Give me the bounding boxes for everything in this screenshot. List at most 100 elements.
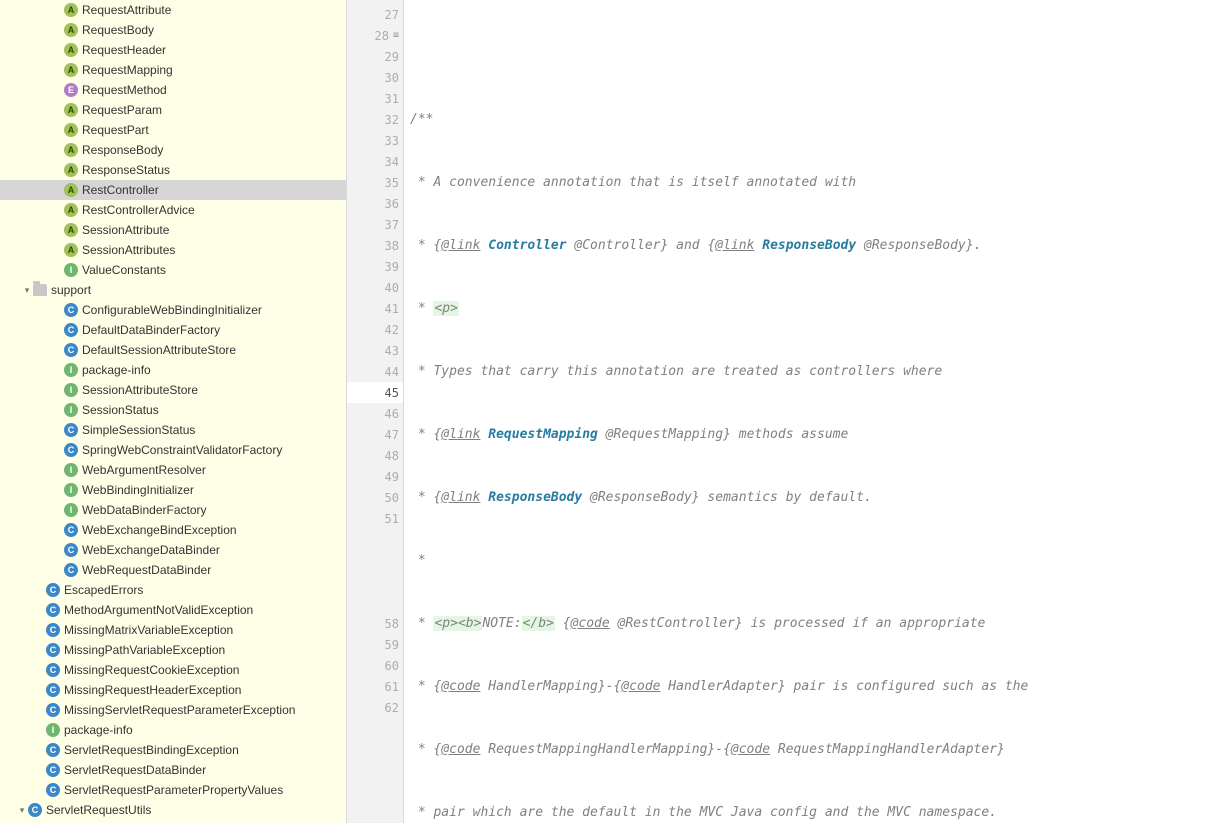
- tree-label: WebBindingInitializer: [82, 483, 194, 497]
- tree-label: RequestBody: [82, 23, 154, 37]
- tree-label: SessionAttributes: [82, 243, 175, 257]
- tree-item-sessionstatus[interactable]: ISessionStatus: [0, 400, 346, 420]
- tree-item-missingrequestheaderexception[interactable]: CMissingRequestHeaderException: [0, 680, 346, 700]
- tree-item-restcontrolleradvice[interactable]: ARestControllerAdvice: [0, 200, 346, 220]
- kind-badge-c: C: [46, 663, 60, 677]
- tree-label: MissingRequestCookieException: [64, 663, 239, 677]
- tree-item-restcontroller[interactable]: ARestController: [0, 180, 346, 200]
- kind-badge-a: A: [64, 103, 78, 117]
- gutter-line: 48: [347, 445, 403, 466]
- tree-item-servletrequestutils[interactable]: ▾C ServletRequestUtils: [0, 800, 346, 820]
- tree-item-webexchangebindexception[interactable]: CWebExchangeBindException: [0, 520, 346, 540]
- kind-badge-c: C: [64, 323, 78, 337]
- kind-badge-e: E: [64, 83, 78, 97]
- tree-item-responsebody[interactable]: AResponseBody: [0, 140, 346, 160]
- tree-item-methodargumentnotvalidexception[interactable]: C MethodArgumentNotValidException: [0, 600, 346, 620]
- tree-item-package-info[interactable]: Ipackage-info: [0, 720, 346, 740]
- tree-item-webbindinginitializer[interactable]: IWebBindingInitializer: [0, 480, 346, 500]
- tree-item-servletrequestdatabinder[interactable]: CServletRequestDataBinder: [0, 760, 346, 780]
- tree-item-servletrequestbindingexception[interactable]: CServletRequestBindingException: [0, 740, 346, 760]
- tree-label: SessionAttributeStore: [82, 383, 198, 397]
- gutter-line: 43: [347, 340, 403, 361]
- gutter-line: 46: [347, 403, 403, 424]
- tree-item-responsestatus[interactable]: AResponseStatus: [0, 160, 346, 180]
- tree-item-requestparam[interactable]: ARequestParam: [0, 100, 346, 120]
- tree-item-package-info[interactable]: Ipackage-info: [0, 360, 346, 380]
- tree-label: package-info: [64, 723, 133, 737]
- kind-badge-a: A: [64, 223, 78, 237]
- kind-badge-i: I: [64, 263, 78, 277]
- kind-badge-a: A: [64, 243, 78, 257]
- gutter-line: 29: [347, 46, 403, 67]
- tree-label: DefaultSessionAttributeStore: [82, 343, 236, 357]
- tree-label: RequestAttribute: [82, 3, 171, 17]
- tree-item-configurablewebbindinginitializer[interactable]: CConfigurableWebBindingInitializer: [0, 300, 346, 320]
- gutter-line: [347, 592, 403, 613]
- tree-item-defaultsessionattributestore[interactable]: CDefaultSessionAttributeStore: [0, 340, 346, 360]
- tree-item-requestbody[interactable]: ARequestBody: [0, 20, 346, 40]
- chevron-down-icon[interactable]: ▾: [16, 805, 28, 816]
- gutter-line: 35: [347, 172, 403, 193]
- kind-badge-i: I: [64, 503, 78, 517]
- tree-item-support[interactable]: ▾ support: [0, 280, 346, 300]
- kind-badge-c: C: [28, 803, 42, 817]
- kind-badge-i: I: [64, 403, 78, 417]
- project-tree[interactable]: ARequestAttributeARequestBodyARequestHea…: [0, 0, 347, 823]
- kind-badge-c: C: [46, 683, 60, 697]
- kind-badge-c: C: [46, 643, 60, 657]
- tree-item-webrequestdatabinder[interactable]: CWebRequestDataBinder: [0, 560, 346, 580]
- tree-label: RequestMapping: [82, 63, 173, 77]
- tree-label: ServletRequestDataBinder: [64, 763, 206, 777]
- gutter-line: 60: [347, 655, 403, 676]
- tree-label: ServletRequestBindingException: [64, 743, 239, 757]
- tree-item-requestheader[interactable]: ARequestHeader: [0, 40, 346, 60]
- tree-label: ValueConstants: [82, 263, 166, 277]
- tree-label: SessionAttribute: [82, 223, 169, 237]
- tree-label: MissingMatrixVariableException: [64, 623, 233, 637]
- tree-label: WebExchangeDataBinder: [82, 543, 220, 557]
- tree-item-webdatabinderfactory[interactable]: IWebDataBinderFactory: [0, 500, 346, 520]
- tree-item-missingmatrixvariableexception[interactable]: CMissingMatrixVariableException: [0, 620, 346, 640]
- tree-item-springwebconstraintvalidatorfactory[interactable]: CSpringWebConstraintValidatorFactory: [0, 440, 346, 460]
- gutter-line: 33: [347, 130, 403, 151]
- tree-item-missingrequestcookieexception[interactable]: C MissingRequestCookieException: [0, 660, 346, 680]
- gutter-line: 31: [347, 88, 403, 109]
- tree-item-webexchangedatabinder[interactable]: CWebExchangeDataBinder: [0, 540, 346, 560]
- tree-label: WebExchangeBindException: [82, 523, 237, 537]
- gutter-line: 59: [347, 634, 403, 655]
- tree-label: WebArgumentResolver: [82, 463, 206, 477]
- tree-item-webargumentresolver[interactable]: IWebArgumentResolver: [0, 460, 346, 480]
- kind-badge-c: C: [64, 443, 78, 457]
- tree-item-sessionattribute[interactable]: A SessionAttribute: [0, 220, 346, 240]
- tree-label: MethodArgumentNotValidException: [64, 603, 253, 617]
- tree-item-escapederrors[interactable]: CEscapedErrors: [0, 580, 346, 600]
- tree-item-requestmethod[interactable]: ERequestMethod: [0, 80, 346, 100]
- tree-item-servletrequestparameterpropertyvalues[interactable]: CServletRequestParameterPropertyValues: [0, 780, 346, 800]
- tree-item-requestpart[interactable]: ARequestPart: [0, 120, 346, 140]
- kind-badge-c: C: [64, 303, 78, 317]
- tree-item-sessionattributestore[interactable]: I SessionAttributeStore: [0, 380, 346, 400]
- tree-item-simplesessionstatus[interactable]: CSimpleSessionStatus: [0, 420, 346, 440]
- gutter-line: [347, 571, 403, 592]
- gutter-line: 62: [347, 697, 403, 718]
- gutter-fold-icons[interactable]: ≡: [393, 30, 399, 41]
- gutter-line: 27: [347, 4, 403, 25]
- kind-badge-a: A: [64, 63, 78, 77]
- kind-badge-a: A: [64, 183, 78, 197]
- tree-item-missingservletrequestparameterexception[interactable]: CMissingServletRequestParameterException: [0, 700, 346, 720]
- tree-item-defaultdatabinderfactory[interactable]: CDefaultDataBinderFactory: [0, 320, 346, 340]
- editor[interactable]: /** * A convenience annotation that is i…: [404, 0, 1212, 823]
- chevron-down-icon[interactable]: ▾: [21, 285, 33, 296]
- tree-label: support: [51, 283, 91, 297]
- tree-item-requestattribute[interactable]: ARequestAttribute: [0, 0, 346, 20]
- kind-badge-c: C: [46, 603, 60, 617]
- kind-badge-i: I: [46, 723, 60, 737]
- tree-item-requestmapping[interactable]: A RequestMapping: [0, 60, 346, 80]
- tree-item-valueconstants[interactable]: I ValueConstants: [0, 260, 346, 280]
- kind-badge-i: I: [64, 383, 78, 397]
- tree-label: ServletRequestUtils: [46, 803, 151, 817]
- tree-item-sessionattributes[interactable]: A SessionAttributes: [0, 240, 346, 260]
- gutter-line: 51: [347, 508, 403, 529]
- tree-label: MissingPathVariableException: [64, 643, 225, 657]
- tree-item-missingpathvariableexception[interactable]: C MissingPathVariableException: [0, 640, 346, 660]
